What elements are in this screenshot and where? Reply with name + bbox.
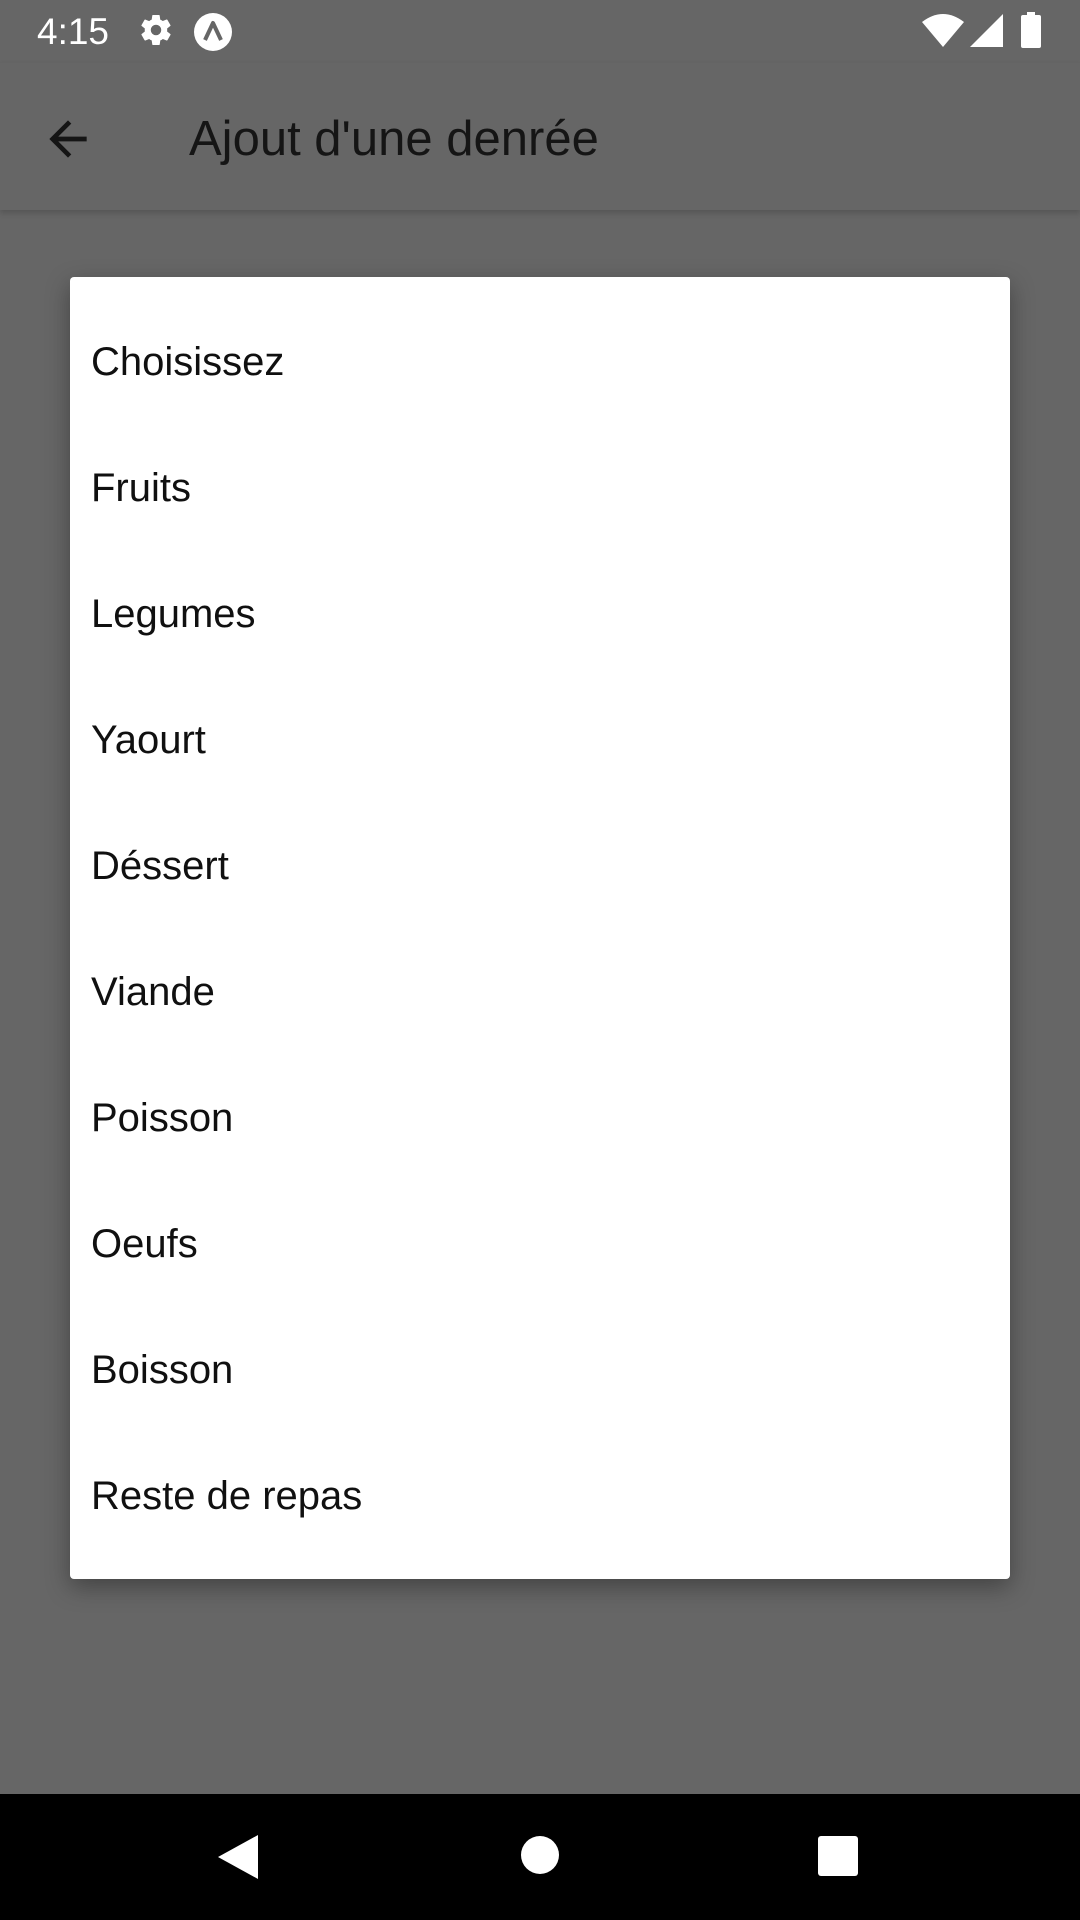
navigation-bar [0,1794,1080,1920]
option-item[interactable]: Reste de repas [70,1433,1010,1559]
category-select-dialog: Choisissez Fruits Legumes Yaourt Déssert… [70,277,1010,1579]
option-label: Déssert [91,844,229,888]
option-label: Choisissez [91,340,285,384]
screen: 4:15 Ajout d'une denrée Choisissez Fruit… [0,0,1080,1920]
option-label: Boisson [91,1348,234,1392]
status-bar: 4:15 [0,0,1080,63]
app-a-icon [193,12,233,57]
wifi-icon [922,14,964,53]
option-label: Oeufs [91,1222,198,1266]
option-item[interactable]: Fruits [70,425,1010,551]
battery-icon [1021,12,1041,53]
signal-icon [970,14,1004,53]
option-label: Viande [91,970,215,1014]
nav-back-icon[interactable] [216,1833,260,1886]
nav-recents-icon[interactable] [816,1834,860,1883]
option-item[interactable]: Legumes [70,551,1010,677]
option-label: Legumes [91,592,256,636]
page-title: Ajout d'une denrée [189,112,599,166]
option-label: Reste de repas [91,1474,363,1518]
option-item[interactable]: Choisissez [70,299,1010,425]
option-label: Poisson [91,1096,234,1140]
status-time: 4:15 [37,11,110,52]
option-item[interactable]: Boisson [70,1307,1010,1433]
nav-home-icon[interactable] [518,1833,562,1882]
option-item[interactable]: Poisson [70,1055,1010,1181]
option-item[interactable]: Déssert [70,803,1010,929]
option-label: Yaourt [91,718,206,762]
app-bar: Ajout d'une denrée [0,63,1080,210]
option-item[interactable]: Yaourt [70,677,1010,803]
option-item[interactable]: Viande [70,929,1010,1055]
arrow-back-icon[interactable] [40,111,96,167]
gear-icon [138,12,174,53]
option-item[interactable]: Oeufs [70,1181,1010,1307]
option-label: Fruits [91,466,191,510]
